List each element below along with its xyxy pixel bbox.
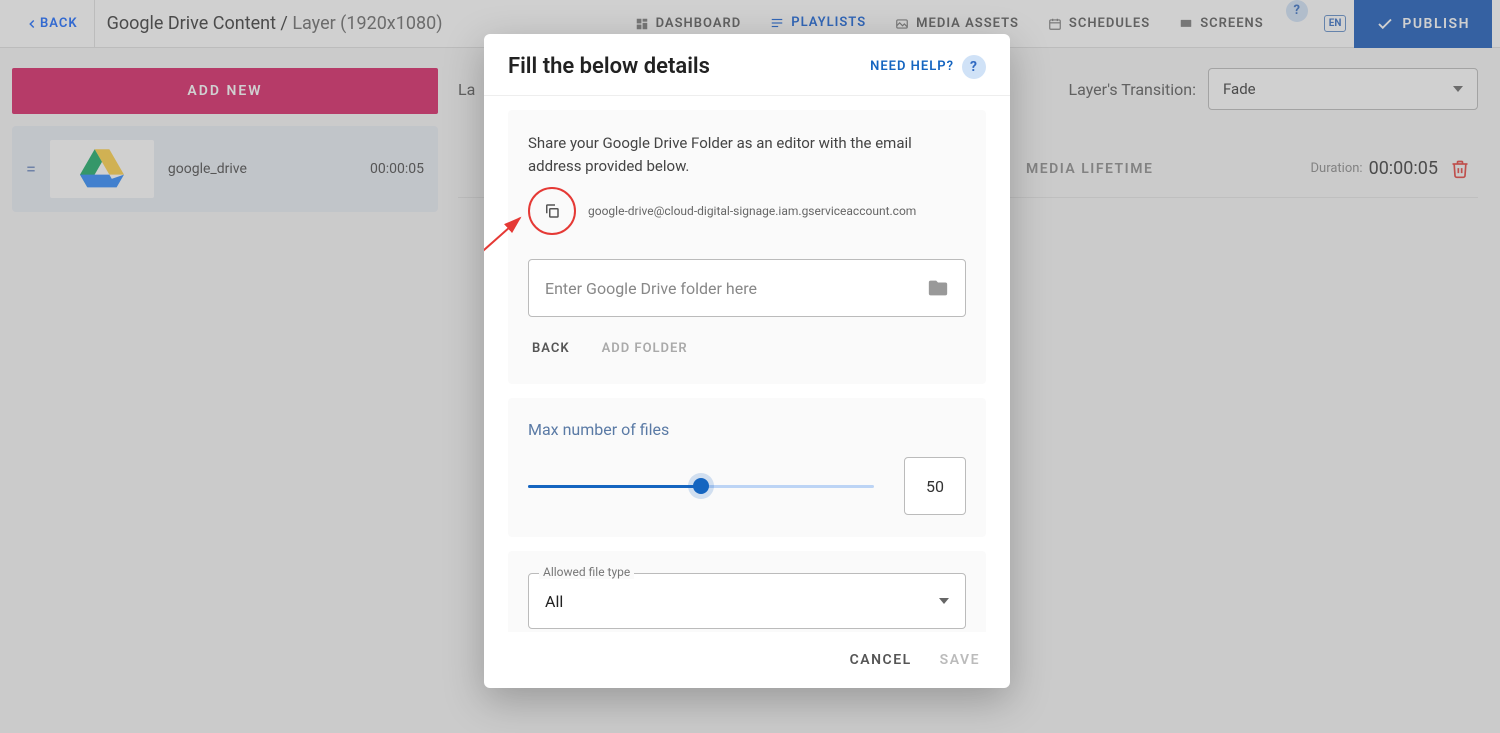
share-card: Share your Google Drive Folder as an edi… [508, 110, 986, 384]
save-button[interactable]: SAVE [940, 652, 980, 668]
max-files-label: Max number of files [528, 420, 966, 439]
cancel-button[interactable]: CANCEL [850, 652, 912, 668]
modal-footer: CANCEL SAVE [484, 632, 1010, 688]
annotation-arrow-icon [484, 200, 550, 290]
modal-title: Fill the below details [508, 54, 710, 79]
email-row: google-drive@cloud-digital-signage.iam.g… [528, 187, 966, 235]
allowed-type-card: Allowed file type All [508, 551, 986, 632]
folder-input-field[interactable] [528, 259, 966, 317]
max-files-value[interactable]: 50 [904, 457, 966, 515]
add-folder-button[interactable]: ADD FOLDER [602, 341, 688, 356]
modal-body: Share your Google Drive Folder as an edi… [484, 96, 1010, 632]
service-account-email: google-drive@cloud-digital-signage.iam.g… [588, 204, 916, 218]
folder-buttons: BACK ADD FOLDER [528, 341, 966, 362]
chevron-down-icon [939, 598, 949, 604]
max-files-card: Max number of files 50 [508, 398, 986, 537]
share-instructions: Share your Google Drive Folder as an edi… [528, 132, 966, 177]
modal-back-button[interactable]: BACK [532, 341, 570, 356]
slider-row: 50 [528, 457, 966, 515]
allowed-type-select[interactable]: Allowed file type All [528, 573, 966, 629]
need-help-label: NEED HELP? [870, 59, 954, 74]
allowed-type-legend: Allowed file type [539, 565, 634, 579]
max-files-slider[interactable] [528, 477, 874, 495]
help-icon: ? [962, 55, 986, 79]
slider-thumb[interactable] [693, 478, 709, 494]
allowed-type-value: All [545, 592, 563, 611]
details-modal: Fill the below details NEED HELP? ? Shar… [484, 34, 1010, 688]
folder-input[interactable] [545, 279, 927, 298]
need-help-link[interactable]: NEED HELP? ? [870, 55, 986, 79]
folder-icon [927, 277, 949, 299]
slider-fill [528, 485, 701, 488]
modal-header: Fill the below details NEED HELP? ? [484, 34, 1010, 96]
